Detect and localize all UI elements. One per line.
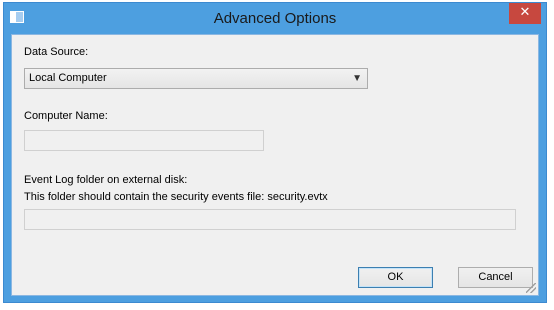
close-icon: ✕ bbox=[519, 5, 531, 20]
event-log-label: Event Log folder on external disk: bbox=[24, 174, 188, 186]
computer-name-field[interactable] bbox=[24, 130, 264, 151]
data-source-dropdown[interactable]: Local Computer ▼ bbox=[24, 68, 368, 89]
title-bar[interactable]: Advanced Options ✕ bbox=[4, 3, 546, 34]
cancel-button[interactable]: Cancel bbox=[458, 267, 533, 288]
event-log-hint: This folder should contain the security … bbox=[24, 191, 328, 203]
data-source-label: Data Source: bbox=[24, 46, 89, 58]
event-log-folder-field[interactable] bbox=[24, 209, 516, 230]
window-title: Advanced Options bbox=[213, 10, 337, 27]
data-source-selected-value: Local Computer bbox=[29, 72, 107, 84]
advanced-options-dialog: Advanced Options ✕ Data Source: Local Co… bbox=[3, 2, 547, 303]
computer-name-label: Computer Name: bbox=[24, 110, 108, 122]
resize-grip-icon[interactable] bbox=[526, 283, 536, 293]
ok-button[interactable]: OK bbox=[358, 267, 433, 288]
close-button[interactable]: ✕ bbox=[509, 3, 541, 24]
dialog-body: Data Source: Local Computer ▼ Computer N… bbox=[11, 34, 539, 296]
chevron-down-icon: ▼ bbox=[352, 73, 362, 84]
